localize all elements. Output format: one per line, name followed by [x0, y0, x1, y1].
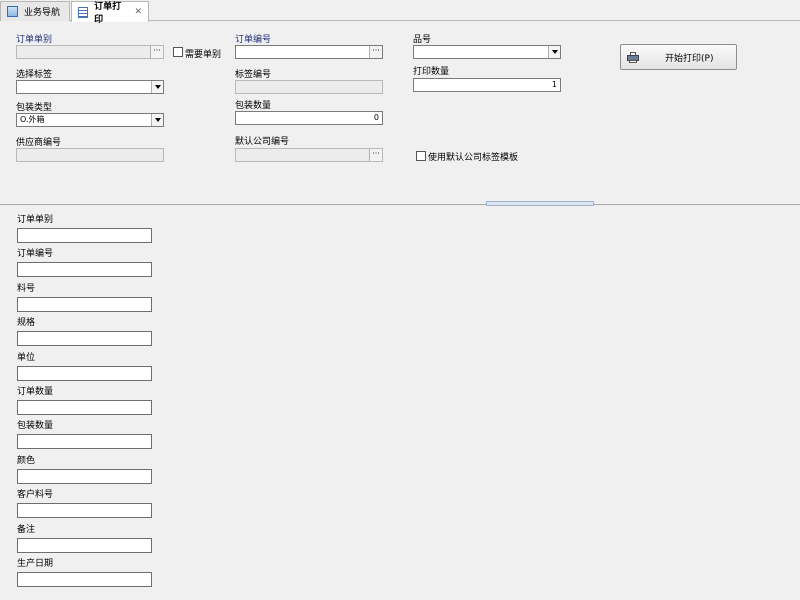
start-print-label: 开始打印(P): [665, 53, 714, 64]
select-label-label: 选择标签: [16, 70, 53, 80]
detail-field-unit: 单位: [17, 352, 152, 381]
field-label: 客户料号: [17, 490, 54, 500]
tab-strip: 业务导航 订单打印 ✕: [0, 0, 800, 25]
field-label: 料号: [17, 284, 36, 294]
field-label: 包装数量: [17, 421, 54, 431]
detail-field-order-qty: 订单数量: [17, 386, 152, 415]
use-default-template-checkbox[interactable]: [416, 151, 426, 161]
detail-field-order-no: 订单编号: [17, 248, 152, 277]
field-input[interactable]: [17, 572, 152, 587]
supplier-no-field[interactable]: [16, 148, 164, 162]
tab-business-navigation[interactable]: 业务导航: [0, 1, 70, 21]
label-no-field[interactable]: [235, 80, 383, 94]
detail-field-remark: 备注: [17, 524, 152, 553]
order-no-field[interactable]: ···: [235, 45, 383, 59]
field-input[interactable]: [17, 297, 152, 312]
label-no-label: 标签编号: [235, 70, 272, 80]
select-label-dropdown[interactable]: [16, 80, 164, 94]
need-order-type-label: 需要单别: [185, 50, 222, 60]
close-icon[interactable]: ✕: [134, 7, 142, 17]
field-label: 单位: [17, 353, 36, 363]
detail-field-production-date: 生产日期: [17, 558, 152, 587]
order-type-field[interactable]: ···: [16, 45, 164, 59]
tab-label: 业务导航: [24, 8, 61, 18]
field-label: 颜色: [17, 456, 36, 466]
need-order-type-checkbox[interactable]: [173, 47, 183, 57]
field-label: 规格: [17, 318, 36, 328]
detail-field-order-type: 订单单别: [17, 214, 152, 243]
tab-order-print[interactable]: 订单打印 ✕: [71, 1, 149, 25]
detail-field-pack-qty: 包装数量: [17, 420, 152, 449]
field-input[interactable]: [17, 434, 152, 449]
field-label: 订单单别: [17, 215, 54, 225]
detail-field-color: 颜色: [17, 455, 152, 484]
print-qty-field[interactable]: 1: [413, 78, 561, 92]
field-label: 订单数量: [17, 387, 54, 397]
document-icon: [78, 6, 89, 18]
supplier-no-label: 供应商编号: [16, 138, 62, 148]
chevron-down-icon[interactable]: [151, 114, 163, 126]
field-input[interactable]: [17, 503, 152, 518]
field-input[interactable]: [17, 228, 152, 243]
pack-type-dropdown[interactable]: O.外箱: [16, 113, 164, 127]
pack-qty-label: 包装数量: [235, 101, 272, 111]
detail-panel: 订单单别 订单编号 料号 规格 单位 订单数量 包装数量 颜色 客户料号 备注 …: [0, 205, 800, 600]
field-input[interactable]: [17, 400, 152, 415]
field-input[interactable]: [17, 262, 152, 277]
field-input[interactable]: [17, 538, 152, 553]
field-input[interactable]: [17, 366, 152, 381]
order-type-label: 订单单别: [16, 35, 53, 45]
pack-type-label: 包装类型: [16, 103, 53, 113]
pack-type-value: O.外箱: [20, 115, 45, 124]
print-qty-label: 打印数量: [413, 67, 450, 77]
chevron-down-icon[interactable]: [151, 81, 163, 93]
navigation-icon: [7, 6, 18, 17]
field-input[interactable]: [17, 469, 152, 484]
field-input[interactable]: [17, 331, 152, 346]
field-label: 生产日期: [17, 559, 54, 569]
default-company-field[interactable]: ···: [235, 148, 383, 162]
order-no-label: 订单编号: [235, 35, 272, 45]
part-no-label: 品号: [413, 35, 432, 45]
use-default-template-label: 使用默认公司标签模板: [428, 153, 519, 163]
field-label: 备注: [17, 525, 36, 535]
default-company-label: 默认公司编号: [235, 137, 290, 147]
browse-button[interactable]: ···: [150, 46, 163, 58]
detail-field-spec: 规格: [17, 317, 152, 346]
chevron-down-icon[interactable]: [548, 46, 560, 58]
field-label: 订单编号: [17, 249, 54, 259]
part-no-dropdown[interactable]: [413, 45, 561, 59]
detail-field-material-no: 料号: [17, 283, 152, 312]
pack-qty-field[interactable]: 0: [235, 111, 383, 125]
browse-button[interactable]: ···: [369, 149, 382, 161]
start-print-button[interactable]: 开始打印(P): [620, 44, 737, 70]
criteria-panel: 订单单别 ··· 需要单别 选择标签 包装类型 O.外箱 供应商编号 订单编号 …: [0, 21, 800, 205]
browse-button[interactable]: ···: [369, 46, 382, 58]
printer-icon: [627, 51, 639, 63]
detail-field-customer-part-no: 客户料号: [17, 489, 152, 518]
